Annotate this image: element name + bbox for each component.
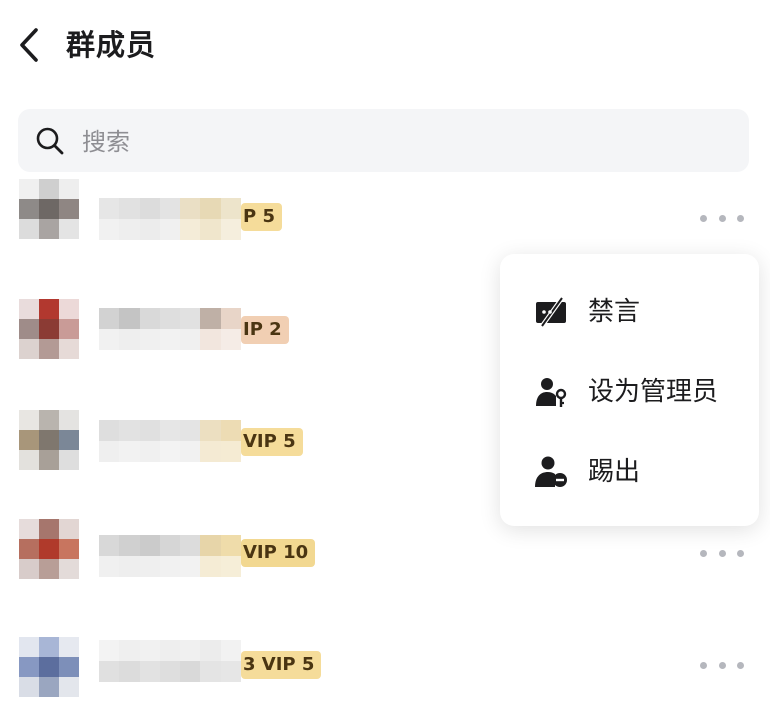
back-button[interactable] xyxy=(14,26,48,64)
header-bar: 群成员 xyxy=(0,0,770,92)
member-action-menu: 禁言 设为管理员 踢出 xyxy=(500,254,759,526)
menu-item-kick[interactable]: 踢出 xyxy=(500,436,759,508)
user-key-icon xyxy=(536,378,567,407)
vip-level-badge: P 5 xyxy=(241,203,282,231)
menu-item-label: 设为管理员 xyxy=(588,377,719,407)
member-name-redacted xyxy=(99,308,241,350)
vip-level-badge: VIP 5 xyxy=(241,428,303,456)
more-dots-icon xyxy=(700,549,707,557)
vip-level-badge: IP 2 xyxy=(241,316,289,344)
avatar[interactable] xyxy=(19,299,79,359)
vip-level-badge: VIP 10 xyxy=(241,539,316,567)
member-name-redacted xyxy=(99,198,241,240)
menu-item-label: 禁言 xyxy=(588,297,641,327)
vip-level-badge: 3 VIP 5 xyxy=(241,651,322,679)
member-name-redacted xyxy=(99,640,241,682)
member-name-redacted xyxy=(99,420,241,462)
more-dots-icon xyxy=(700,661,707,669)
avatar[interactable] xyxy=(19,637,79,697)
avatar[interactable] xyxy=(19,179,79,239)
menu-item-mute[interactable]: 禁言 xyxy=(500,276,759,348)
menu-item-label: 踢出 xyxy=(588,457,641,487)
avatar[interactable] xyxy=(19,519,79,579)
search-icon xyxy=(36,127,64,155)
more-dots-icon xyxy=(700,214,707,222)
mute-chat-icon xyxy=(536,296,566,328)
user-remove-icon xyxy=(535,456,567,487)
avatar[interactable] xyxy=(19,410,79,470)
member-name-redacted xyxy=(99,535,241,577)
chevron-left-icon xyxy=(20,28,38,62)
member-row[interactable]: 3 VIP 5 xyxy=(0,611,770,723)
search-input[interactable] xyxy=(80,121,724,163)
page-title: 群成员 xyxy=(66,28,157,62)
menu-item-set-admin[interactable]: 设为管理员 xyxy=(500,356,759,428)
more-options-button[interactable] xyxy=(700,205,744,231)
more-options-button[interactable] xyxy=(700,652,744,678)
more-options-button[interactable] xyxy=(700,540,744,566)
